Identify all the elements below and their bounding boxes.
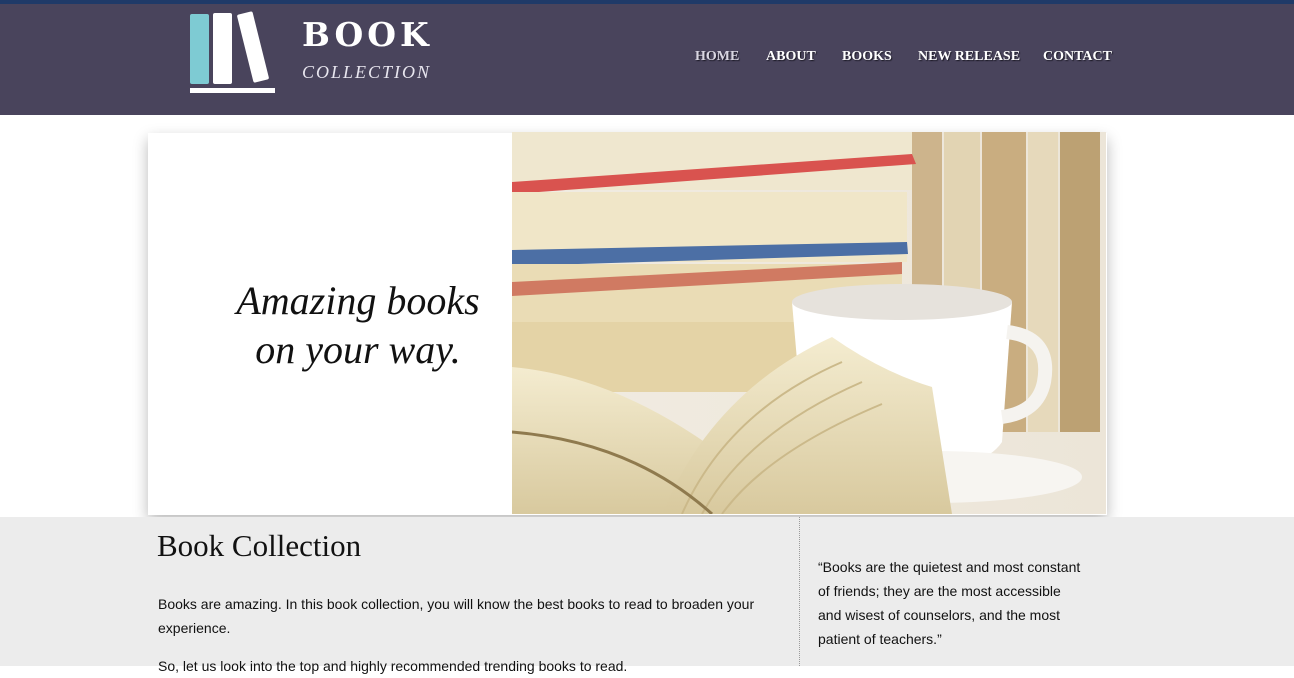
sidebar-quote: “Books are the quietest and most constan… xyxy=(818,559,1081,647)
main-heading: Book Collection xyxy=(157,528,362,563)
nav-new-release[interactable]: NEW RELEASE xyxy=(918,49,1020,65)
trending-paragraph: So, let us look into the top and highly … xyxy=(158,658,628,674)
hero-tagline-line2: on your way. xyxy=(255,327,461,372)
brand-title[interactable]: BOOK xyxy=(302,15,433,54)
hero-tagline-line1: Amazing books xyxy=(236,278,480,323)
book-logo-icon[interactable] xyxy=(189,9,279,95)
nav-books[interactable]: BOOKS xyxy=(842,49,892,65)
intro-paragraph: Books are amazing. In this book collecti… xyxy=(158,596,755,636)
brand-subtitle: COLLECTION xyxy=(302,62,432,82)
nav-contact[interactable]: CONTACT xyxy=(1043,49,1112,65)
nav-home[interactable]: HOME xyxy=(695,49,739,65)
hero-books-image xyxy=(512,132,1106,514)
hero-tagline: Amazing books on your way. xyxy=(210,276,506,374)
nav-about[interactable]: ABOUT xyxy=(766,49,816,65)
column-divider xyxy=(799,517,800,666)
